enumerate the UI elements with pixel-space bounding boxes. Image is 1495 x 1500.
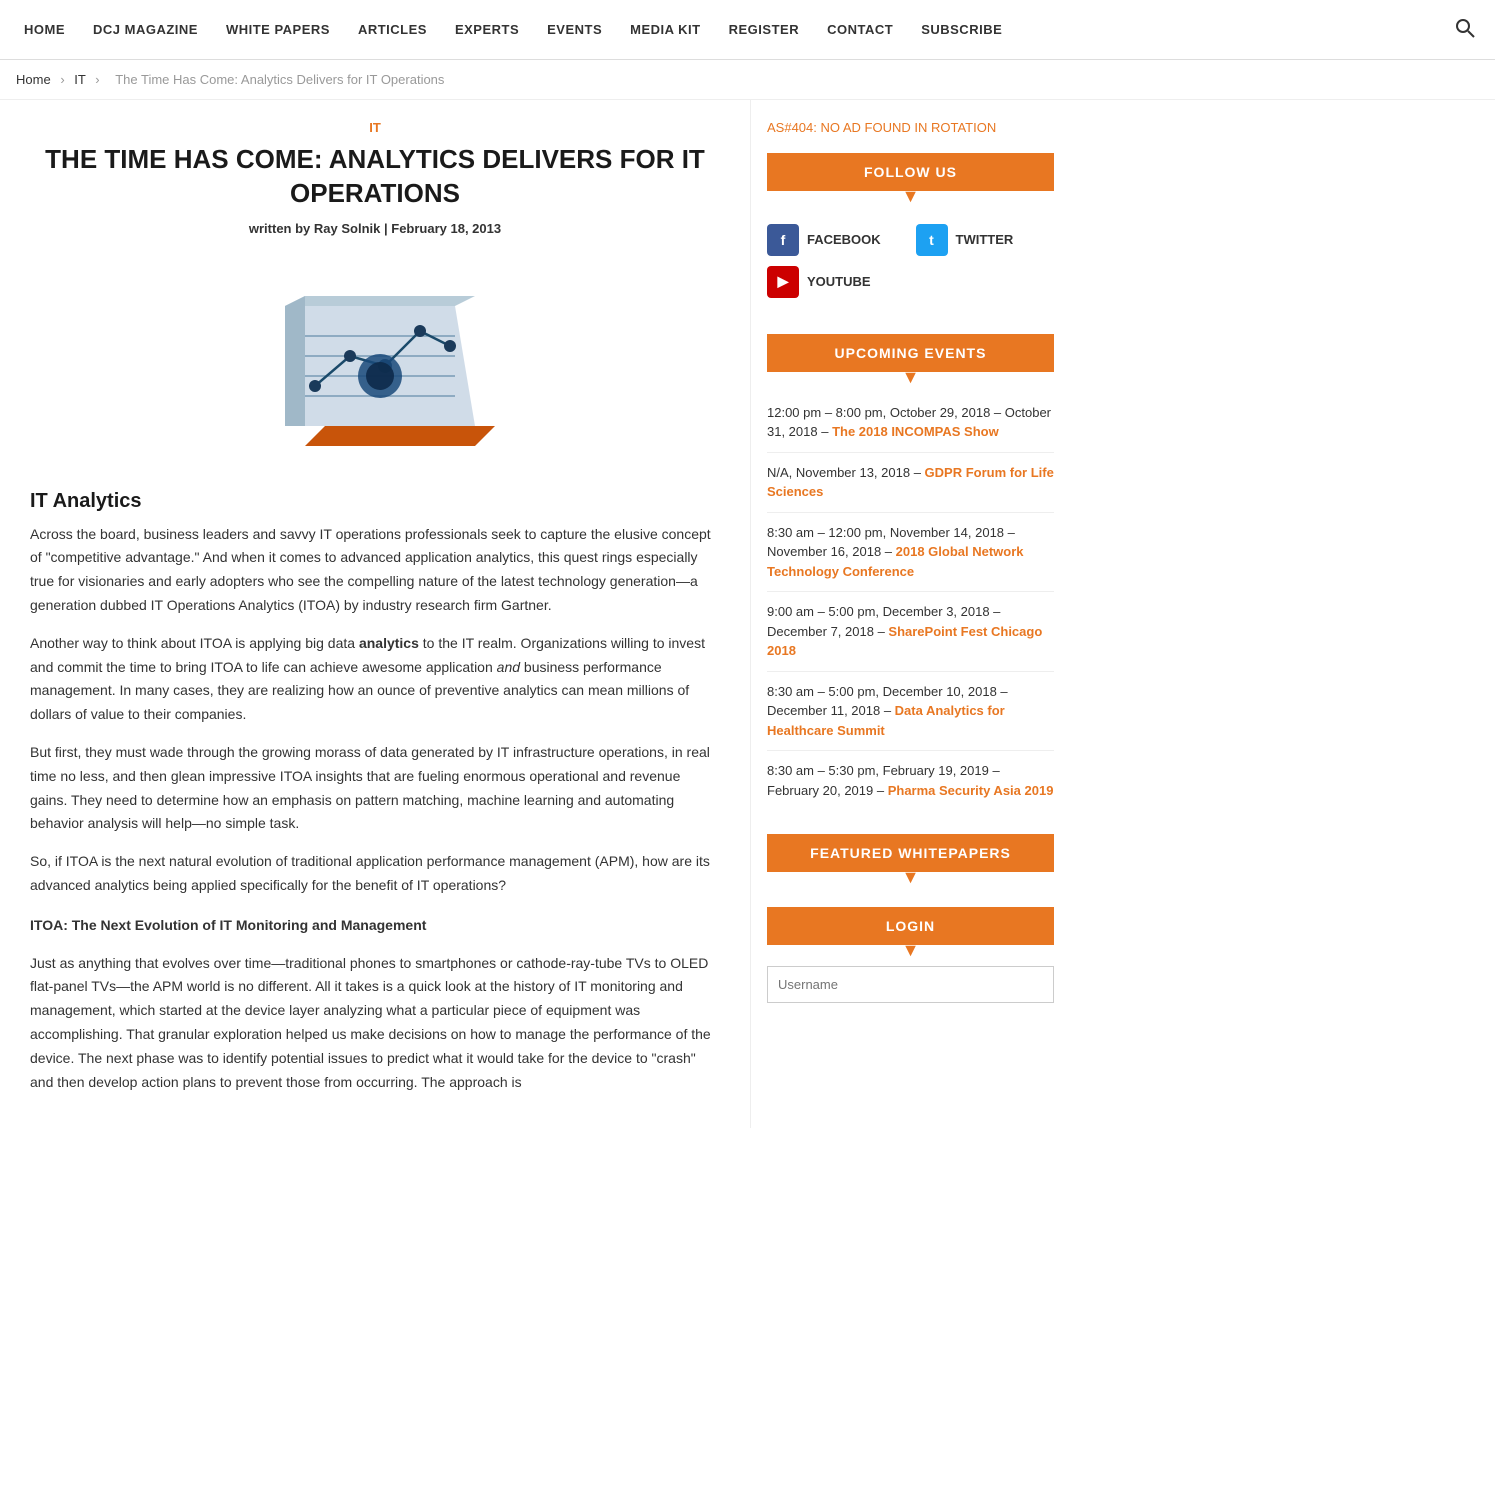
breadcrumb: Home › IT › The Time Has Come: Analytics… <box>0 60 1495 100</box>
subheading: ITOA: The Next Evolution of IT Monitorin… <box>30 914 720 938</box>
nav-item-home[interactable]: HOME <box>10 4 79 55</box>
username-input[interactable] <box>767 966 1054 1003</box>
event-date: N/A, November 13, 2018 – <box>767 465 925 480</box>
paragraph-2: Another way to think about ITOA is apply… <box>30 632 720 727</box>
paragraph-5: Just as anything that evolves over time—… <box>30 952 720 1095</box>
youtube-icon: ▶ <box>767 266 799 298</box>
event-item: 8:30 am – 12:00 pm, November 14, 2018 – … <box>767 513 1054 593</box>
section-heading: IT Analytics <box>30 490 720 513</box>
event-item: N/A, November 13, 2018 – GDPR Forum for … <box>767 453 1054 513</box>
featured-whitepapers-section: FEATURED WHITEPAPERS ▼ <box>767 834 1054 883</box>
author-name[interactable]: Ray Solnik <box>314 221 380 236</box>
login-section: LOGIN ▼ <box>767 907 1054 1013</box>
nav-links: HOMEDCJ MAGAZINEWHITE PAPERSARTICLESEXPE… <box>10 4 1016 55</box>
sidebar: AS#404: NO AD FOUND IN ROTATION FOLLOW U… <box>750 100 1070 1128</box>
twitter-icon: t <box>916 224 948 256</box>
nav-item-articles[interactable]: ARTICLES <box>344 4 441 55</box>
login-arrow: ▼ <box>767 945 1054 956</box>
event-item: 8:30 am – 5:30 pm, February 19, 2019 – F… <box>767 751 1054 810</box>
nav-item-dcj-magazine[interactable]: DCJ MAGAZINE <box>79 4 212 55</box>
breadcrumb-current: The Time Has Come: Analytics Delivers fo… <box>115 72 444 87</box>
italic-and: and <box>497 659 520 675</box>
youtube-label: YOUTUBE <box>807 274 871 289</box>
breadcrumb-sep-1: › <box>60 72 64 87</box>
main-content: IT THE TIME HAS COME: ANALYTICS DELIVERS… <box>0 100 750 1128</box>
analytics-image <box>245 256 505 466</box>
article-title: THE TIME HAS COME: ANALYTICS DELIVERS FO… <box>30 143 720 211</box>
hero-image <box>30 256 720 466</box>
breadcrumb-sep-2: › <box>95 72 99 87</box>
event-item: 9:00 am – 5:00 pm, December 3, 2018 – De… <box>767 592 1054 672</box>
article-meta: written by Ray Solnik | February 18, 201… <box>30 221 720 236</box>
youtube-link[interactable]: ▶ YOUTUBE <box>767 266 1054 298</box>
twitter-link[interactable]: t TWITTER <box>916 224 1055 256</box>
article-category[interactable]: IT <box>30 120 720 135</box>
bold-analytics: analytics <box>359 635 419 651</box>
event-item: 12:00 pm – 8:00 pm, October 29, 2018 – O… <box>767 393 1054 453</box>
paragraph-1: Across the board, business leaders and s… <box>30 523 720 618</box>
breadcrumb-home[interactable]: Home <box>16 72 51 87</box>
nav-item-media-kit[interactable]: MEDIA KIT <box>616 4 714 55</box>
upcoming-events-section: UPCOMING EVENTS ▼ 12:00 pm – 8:00 pm, Oc… <box>767 334 1054 810</box>
nav-item-white-papers[interactable]: WHITE PAPERS <box>212 4 344 55</box>
nav-item-contact[interactable]: CONTACT <box>813 4 907 55</box>
written-by-label: written by <box>249 221 310 236</box>
search-icon-wrap[interactable] <box>1445 0 1485 59</box>
upcoming-events-arrow: ▼ <box>767 372 1054 383</box>
facebook-label: FACEBOOK <box>807 232 881 247</box>
facebook-link[interactable]: f FACEBOOK <box>767 224 906 256</box>
ad-notice: AS#404: NO AD FOUND IN ROTATION <box>767 120 1054 135</box>
twitter-label: TWITTER <box>956 232 1014 247</box>
facebook-icon: f <box>767 224 799 256</box>
paragraph-4: So, if ITOA is the next natural evolutio… <box>30 850 720 898</box>
follow-us-arrow: ▼ <box>767 191 1054 202</box>
follow-us-section: FOLLOW US ▼ f FACEBOOK t TWITTER ▶ YOUTU… <box>767 153 1054 310</box>
nav-item-register[interactable]: REGISTER <box>715 4 813 55</box>
events-list: 12:00 pm – 8:00 pm, October 29, 2018 – O… <box>767 393 1054 811</box>
nav-item-subscribe[interactable]: SUBSCRIBE <box>907 4 1016 55</box>
article-date: February 18, 2013 <box>391 221 501 236</box>
featured-whitepapers-arrow: ▼ <box>767 872 1054 883</box>
event-item: 8:30 am – 5:00 pm, December 10, 2018 – D… <box>767 672 1054 752</box>
nav-item-events[interactable]: EVENTS <box>533 4 616 55</box>
event-link[interactable]: The 2018 INCOMPAS Show <box>832 424 999 439</box>
event-link[interactable]: Pharma Security Asia 2019 <box>888 783 1054 798</box>
social-grid: f FACEBOOK t TWITTER ▶ YOUTUBE <box>767 212 1054 310</box>
breadcrumb-it[interactable]: IT <box>74 72 85 87</box>
article-body: IT Analytics Across the board, business … <box>30 490 720 1095</box>
nav-item-experts[interactable]: EXPERTS <box>441 4 533 55</box>
main-nav: HOMEDCJ MAGAZINEWHITE PAPERSARTICLESEXPE… <box>0 0 1495 60</box>
paragraph-3: But first, they must wade through the gr… <box>30 741 720 836</box>
